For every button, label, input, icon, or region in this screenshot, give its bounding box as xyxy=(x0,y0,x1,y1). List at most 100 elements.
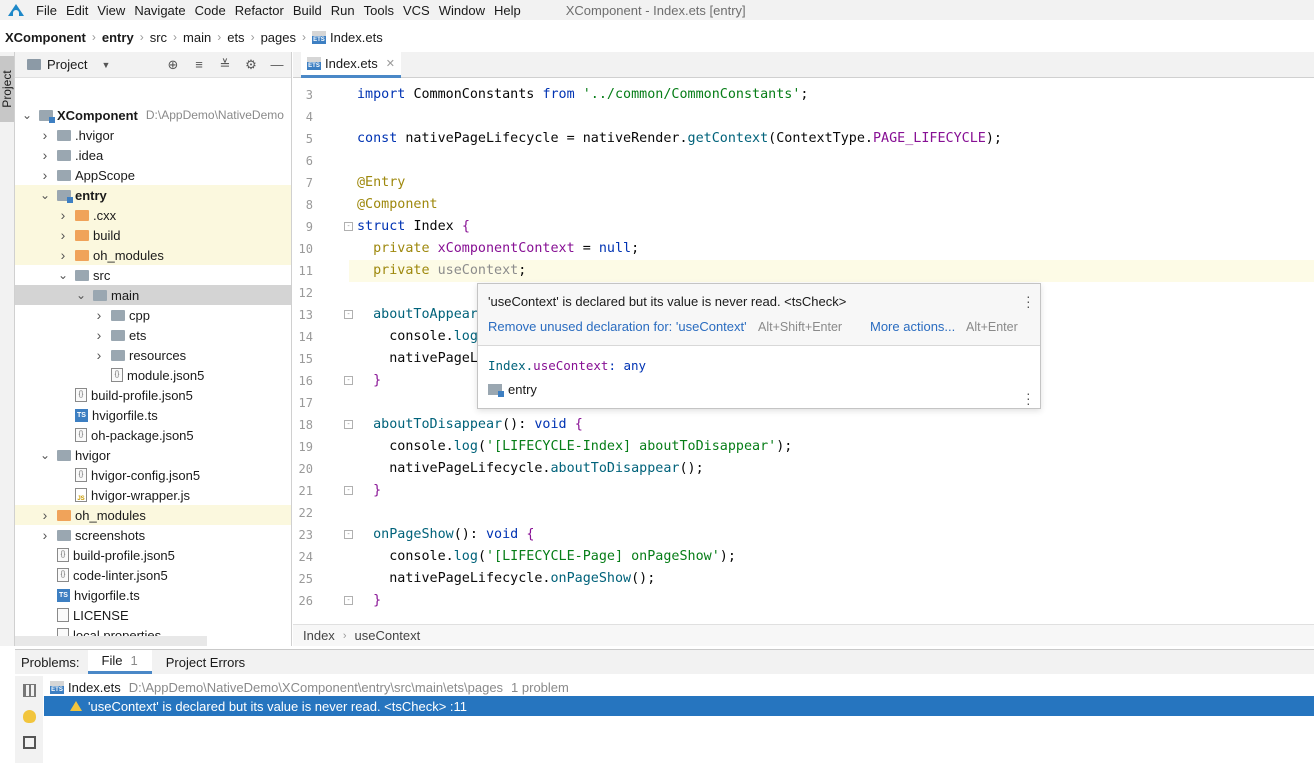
more-options-icon[interactable]: · · · xyxy=(1026,289,1031,313)
tree-item[interactable]: › .idea xyxy=(15,145,291,165)
code-line[interactable]: onPageShow(): void { xyxy=(349,524,1314,546)
menu-run[interactable]: Run xyxy=(331,3,355,18)
menu-window[interactable]: Window xyxy=(439,3,485,18)
code-line[interactable]: private useContext; xyxy=(349,260,1314,282)
chevron-right-icon[interactable]: › xyxy=(57,227,69,243)
chevron-right-icon[interactable]: › xyxy=(57,207,69,223)
remove-unused-declaration-link[interactable]: Remove unused declaration for: 'useConte… xyxy=(488,319,747,334)
chevron-right-icon[interactable]: › xyxy=(57,247,69,263)
code-line[interactable]: console.log('[LIFECYCLE-Page] onPageShow… xyxy=(349,546,1314,568)
chevron-right-icon[interactable]: › xyxy=(39,527,51,543)
chevron-down-icon[interactable]: ⌄ xyxy=(39,448,51,462)
tree-item[interactable]: › ets xyxy=(15,325,291,345)
more-actions-link[interactable]: More actions... xyxy=(870,319,955,334)
tree-item[interactable]: {} code-linter.json5 xyxy=(15,565,291,585)
menu-tools[interactable]: Tools xyxy=(364,3,394,18)
chevron-right-icon[interactable]: › xyxy=(93,327,105,343)
chevron-right-icon[interactable]: › xyxy=(39,147,51,163)
gear-icon[interactable]: ⚙ xyxy=(243,57,259,73)
tree-item[interactable]: {} hvigor-config.json5 xyxy=(15,465,291,485)
tree-item[interactable]: {} build-profile.json5 xyxy=(15,545,291,565)
chevron-down-icon[interactable]: ⌄ xyxy=(39,188,51,202)
tree-item[interactable]: ⌄ hvigor xyxy=(15,445,291,465)
tree-item[interactable]: › oh_modules xyxy=(15,505,291,525)
tab-index-ets[interactable]: ETS Index.ets ✕ xyxy=(301,52,401,78)
preview-icon[interactable] xyxy=(23,736,36,749)
breadcrumb-pages[interactable]: pages xyxy=(261,30,296,45)
code-line[interactable]: } xyxy=(349,590,1314,612)
breadcrumb-module[interactable]: entry xyxy=(102,30,134,45)
code-line[interactable] xyxy=(349,502,1314,524)
tree-item[interactable]: ⌄ entry xyxy=(15,185,291,205)
code-line[interactable] xyxy=(349,150,1314,172)
chevron-right-icon[interactable]: › xyxy=(39,127,51,143)
chevron-right-icon[interactable]: › xyxy=(93,347,105,363)
code-line[interactable] xyxy=(349,106,1314,128)
tree-item[interactable]: ⌄ main xyxy=(15,285,291,305)
code-line[interactable]: console.log('[LIFECYCLE-Index] aboutToDi… xyxy=(349,436,1314,458)
problem-item-selected[interactable]: 'useContext' is declared but its value i… xyxy=(44,696,1314,716)
code-line[interactable]: struct Index { xyxy=(349,216,1314,238)
tree-item[interactable]: ⌄ XComponent D:\AppDemo\NativeDemo xyxy=(15,105,291,125)
hide-panel-icon[interactable]: — xyxy=(269,57,285,73)
code-line[interactable]: nativePageLifecycle.onPageShow(); xyxy=(349,568,1314,590)
breadcrumb-src[interactable]: src xyxy=(150,30,167,45)
tree-item[interactable]: › resources xyxy=(15,345,291,365)
editor-crumb-member[interactable]: useContext xyxy=(354,628,420,643)
breadcrumb-main[interactable]: main xyxy=(183,30,211,45)
expand-all-icon[interactable]: ≡ xyxy=(191,57,207,73)
code-line[interactable]: @Entry xyxy=(349,172,1314,194)
project-view-selector[interactable]: Project xyxy=(47,57,87,72)
tree-item[interactable]: › cpp xyxy=(15,305,291,325)
chevron-down-icon[interactable]: ⌄ xyxy=(75,288,87,302)
editor-crumb-index[interactable]: Index xyxy=(303,628,335,643)
tree-item[interactable]: TS hvigorfile.ts xyxy=(15,405,291,425)
tree-item[interactable]: › oh_modules xyxy=(15,245,291,265)
menu-refactor[interactable]: Refactor xyxy=(235,3,284,18)
tree-item[interactable]: › .hvigor xyxy=(15,125,291,145)
tree-item[interactable]: › .cxx xyxy=(15,205,291,225)
tree-item[interactable]: ⌄ src xyxy=(15,265,291,285)
tree-item[interactable]: › screenshots xyxy=(15,525,291,545)
breadcrumb-project[interactable]: XComponent xyxy=(5,30,86,45)
tree-item[interactable]: {} build-profile.json5 xyxy=(15,385,291,405)
menu-code[interactable]: Code xyxy=(195,3,226,18)
problem-file-node[interactable]: ETS Index.ets D:\AppDemo\NativeDemo\XCom… xyxy=(50,678,569,696)
code-line[interactable]: const nativePageLifecycle = nativeRender… xyxy=(349,128,1314,150)
tab-project-errors[interactable]: Project Errors xyxy=(152,650,259,674)
tree-item[interactable]: TS hvigorfile.ts xyxy=(15,585,291,605)
chevron-right-icon[interactable]: › xyxy=(93,307,105,323)
horizontal-scrollbar[interactable] xyxy=(15,636,207,646)
menu-view[interactable]: View xyxy=(97,3,125,18)
menu-navigate[interactable]: Navigate xyxy=(134,3,185,18)
more-options-icon[interactable]: · · · xyxy=(1026,386,1031,410)
chevron-down-icon[interactable]: ⌄ xyxy=(21,108,33,122)
tree-item[interactable]: LICENSE xyxy=(15,605,291,625)
tree-item[interactable]: JS hvigor-wrapper.js xyxy=(15,485,291,505)
code-line[interactable]: nativePageLifecycle.aboutToDisappear(); xyxy=(349,458,1314,480)
breadcrumb-ets[interactable]: ets xyxy=(227,30,244,45)
menu-help[interactable]: Help xyxy=(494,3,521,18)
menu-build[interactable]: Build xyxy=(293,3,322,18)
menu-edit[interactable]: Edit xyxy=(66,3,88,18)
collapse-all-icon[interactable]: ≚ xyxy=(217,57,233,73)
menu-file[interactable]: File xyxy=(36,3,57,18)
tree-item[interactable]: {} oh-package.json5 xyxy=(15,425,291,445)
tree-item[interactable]: › build xyxy=(15,225,291,245)
breadcrumb-file[interactable]: Index.ets xyxy=(330,30,383,45)
chevron-right-icon[interactable]: › xyxy=(39,507,51,523)
chevron-down-icon[interactable]: ▼ xyxy=(101,60,110,70)
code-line[interactable]: @Component xyxy=(349,194,1314,216)
menu-vcs[interactable]: VCS xyxy=(403,3,430,18)
project-tool-tab[interactable]: Project xyxy=(0,56,14,122)
locate-icon[interactable]: ⊕ xyxy=(165,57,181,73)
code-line[interactable]: } xyxy=(349,480,1314,502)
code-line[interactable]: import CommonConstants from '../common/C… xyxy=(349,84,1314,106)
tab-file-problems[interactable]: File 1 xyxy=(87,650,152,674)
chevron-right-icon[interactable]: › xyxy=(39,167,51,183)
lightbulb-icon[interactable] xyxy=(23,710,36,723)
chevron-down-icon[interactable]: ⌄ xyxy=(57,268,69,282)
code-line[interactable]: aboutToDisappear(): void { xyxy=(349,414,1314,436)
tree-item[interactable]: {} module.json5 xyxy=(15,365,291,385)
tree-item[interactable]: › AppScope xyxy=(15,165,291,185)
